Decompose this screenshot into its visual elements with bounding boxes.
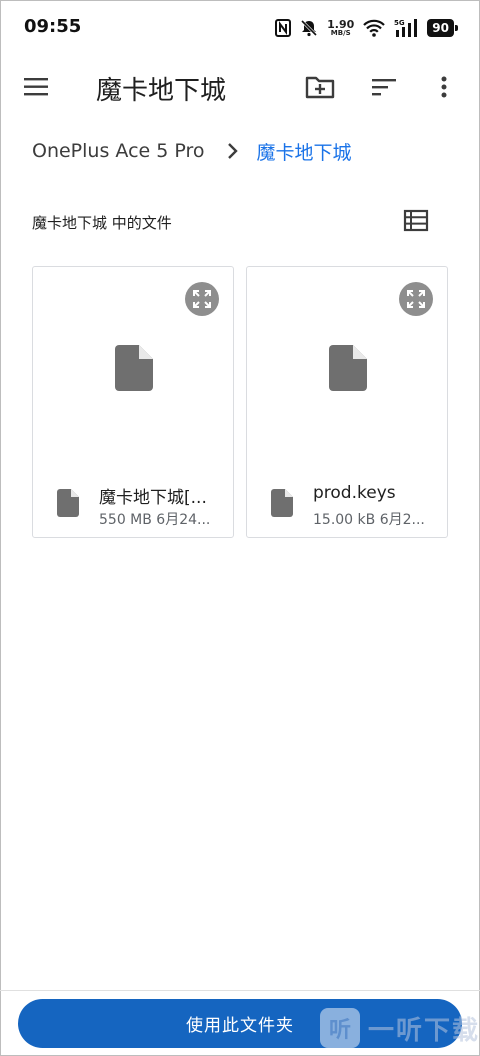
watermark-text: 一听下载 bbox=[368, 1015, 480, 1046]
breadcrumb-root[interactable]: OnePlus Ace 5 Pro bbox=[32, 140, 205, 162]
page-title: 魔卡地下城 bbox=[96, 76, 227, 106]
file-thumbnail-icon bbox=[329, 345, 367, 391]
breadcrumb: OnePlus Ace 5 Pro 魔卡地下城 bbox=[32, 138, 352, 164]
app-bar: 魔卡地下城 bbox=[0, 58, 480, 118]
file-icon bbox=[271, 489, 293, 517]
network-speed-unit: MB/S bbox=[330, 29, 351, 37]
file-meta: prod.keys 15.00 kB 6月2... bbox=[269, 481, 439, 531]
chevron-right-icon bbox=[227, 141, 243, 161]
file-icon bbox=[57, 489, 79, 517]
file-name: 魔卡地下城[... bbox=[99, 488, 207, 508]
more-vert-icon[interactable] bbox=[432, 72, 456, 102]
status-icons: 1.90 MB/S 5G 90 bbox=[275, 16, 458, 40]
cellular-signal-icon: 5G bbox=[394, 18, 418, 38]
breadcrumb-current[interactable]: 魔卡地下城 bbox=[257, 138, 352, 165]
nfc-icon bbox=[275, 19, 292, 37]
file-card[interactable]: 魔卡地下城[... 550 MB 6月24... bbox=[32, 266, 234, 538]
battery-indicator: 90 bbox=[427, 19, 458, 37]
file-card[interactable]: prod.keys 15.00 kB 6月2... bbox=[246, 266, 448, 538]
menu-icon[interactable] bbox=[22, 74, 52, 100]
watermark-logo: 听 bbox=[320, 1008, 360, 1048]
file-details: 550 MB 6月24... bbox=[99, 512, 211, 528]
sort-icon[interactable] bbox=[368, 72, 400, 102]
wifi-icon bbox=[363, 19, 386, 37]
mute-bell-icon bbox=[300, 19, 318, 37]
file-thumbnail-icon bbox=[115, 345, 153, 391]
status-time: 09:55 bbox=[24, 16, 82, 37]
status-bar: 09:55 1.90 MB/S 5G 90 bbox=[0, 0, 480, 56]
file-name: prod.keys bbox=[313, 483, 396, 503]
bottom-divider bbox=[0, 990, 480, 991]
file-meta: 魔卡地下城[... 550 MB 6月24... bbox=[55, 481, 225, 531]
expand-icon[interactable] bbox=[185, 282, 219, 316]
list-view-icon[interactable] bbox=[402, 208, 430, 234]
section-title: 魔卡地下城 中的文件 bbox=[32, 214, 172, 232]
expand-icon[interactable] bbox=[399, 282, 433, 316]
new-folder-icon[interactable] bbox=[304, 72, 336, 102]
file-details: 15.00 kB 6月2... bbox=[313, 512, 425, 528]
network-speed: 1.90 MB/S bbox=[327, 19, 354, 37]
network-type-label: 5G bbox=[394, 19, 405, 27]
watermark: 听 一听下载 bbox=[320, 1008, 480, 1048]
